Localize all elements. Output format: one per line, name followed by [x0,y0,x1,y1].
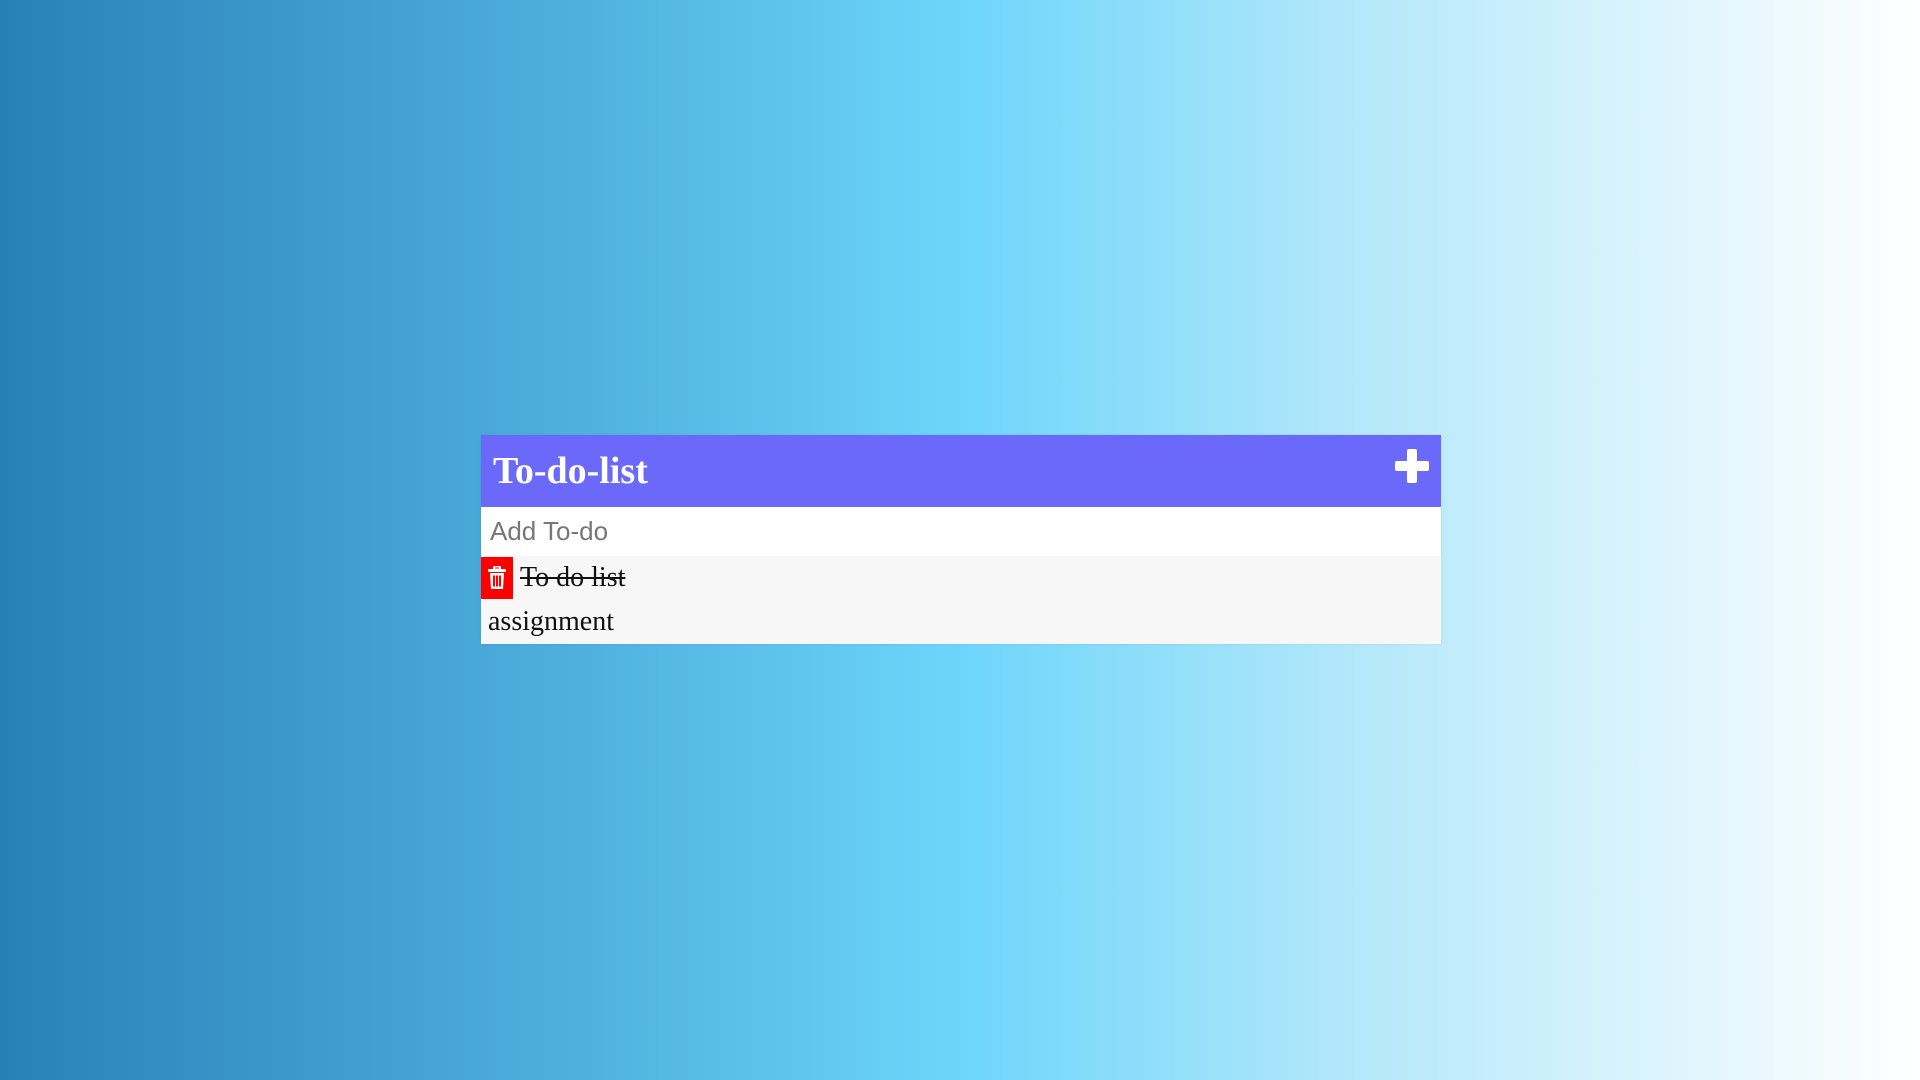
trash-icon [488,566,506,589]
todo-item[interactable]: To do list [481,556,1441,600]
todo-header: To-do-list [481,435,1441,507]
app-title: To-do-list [493,450,648,492]
todo-item-text: To do list [520,562,626,593]
plus-icon-vertical [1407,449,1417,483]
todo-card: To-do-list To do list assignment [481,435,1441,644]
todo-item[interactable]: assignment [481,600,1441,644]
delete-button[interactable] [481,557,513,599]
todo-item-text: assignment [488,606,614,637]
add-todo-input[interactable] [481,507,1441,556]
todo-list: To do list assignment [481,556,1441,644]
plus-icon[interactable] [1395,449,1429,483]
